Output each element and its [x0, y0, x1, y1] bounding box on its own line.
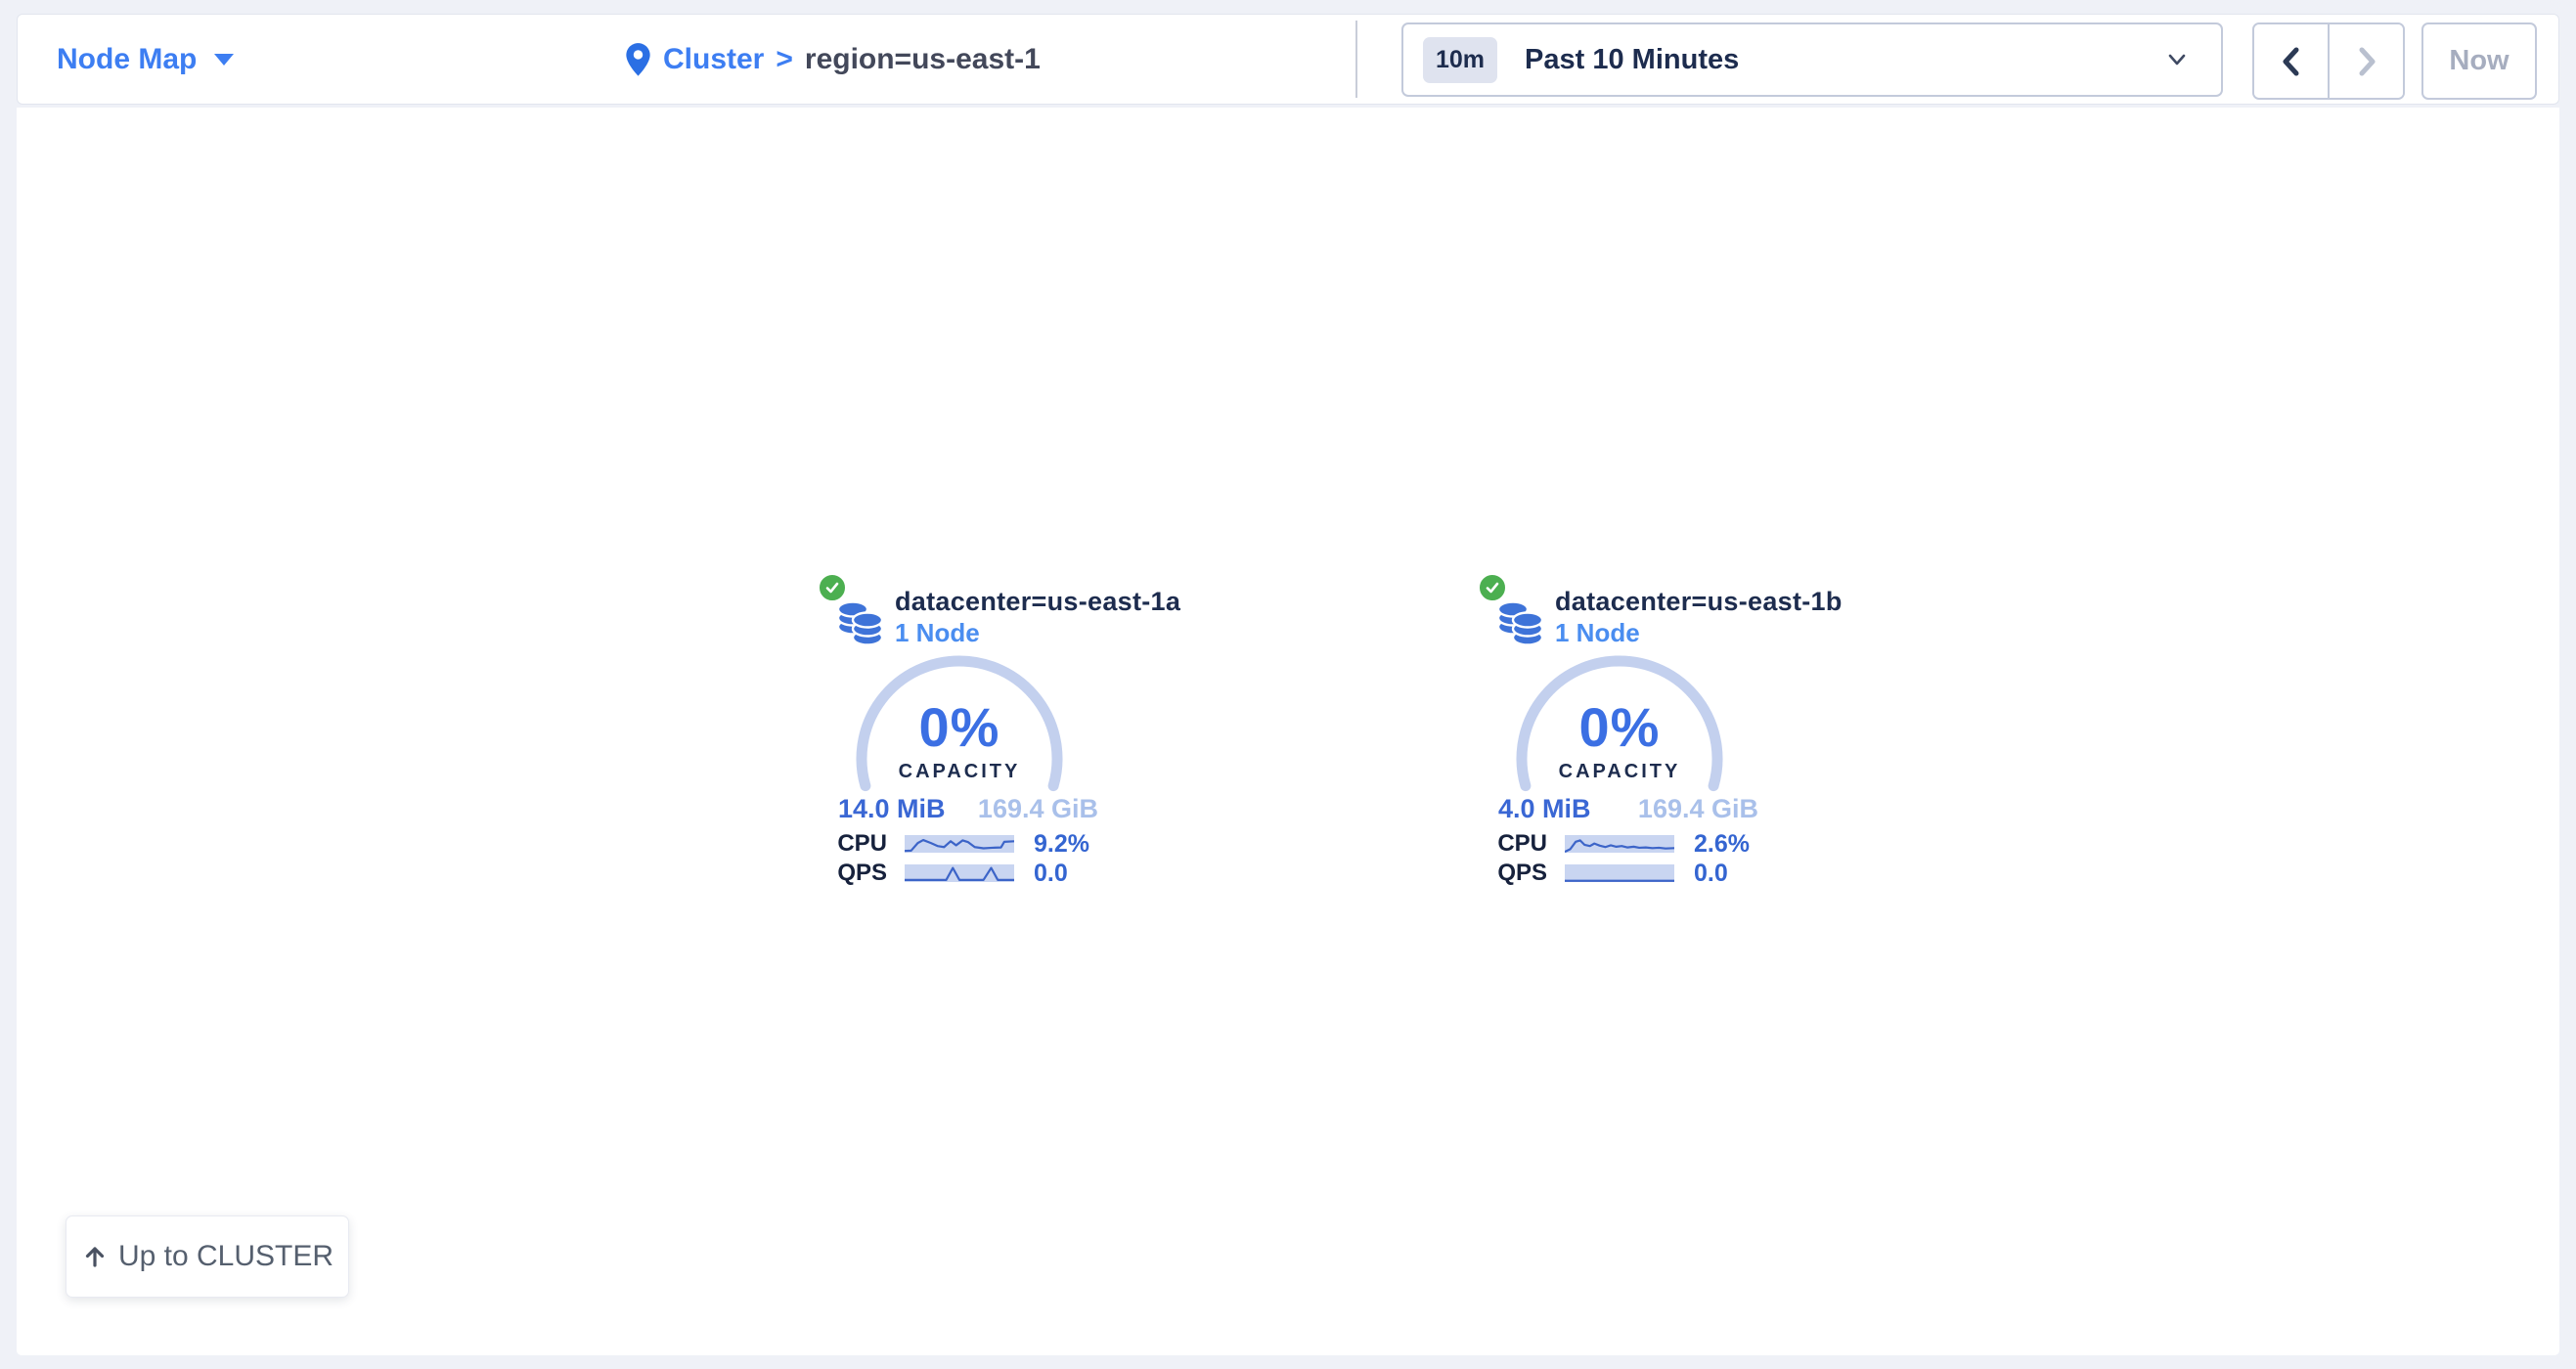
qps-sparkline — [1565, 864, 1674, 882]
datacenter-node-count: 1 Node — [1555, 618, 1640, 648]
up-to-cluster-label: Up to CLUSTER — [118, 1240, 333, 1273]
qps-value: 0.0 — [1694, 860, 1728, 888]
database-stack-icon — [1496, 595, 1545, 647]
capacity-label: CAPACITY — [850, 761, 1069, 783]
time-nav-group — [2252, 22, 2405, 100]
qps-sparkline — [905, 864, 1014, 882]
topbar-divider — [1355, 21, 1357, 98]
chevron-left-icon — [2275, 42, 2308, 81]
cpu-metric-row: CPU 9.2% — [805, 832, 1137, 856]
cpu-label: CPU — [805, 830, 887, 858]
capacity-total: 169.4 GiB — [978, 794, 1098, 824]
healthy-check-icon — [817, 572, 848, 603]
capacity-used: 4.0 MiB — [1498, 794, 1591, 824]
capacity-percentage: 0% — [850, 695, 1069, 759]
datacenter-name: datacenter=us-east-1a — [895, 587, 1180, 617]
capacity-label: CAPACITY — [1510, 761, 1729, 783]
qps-value: 0.0 — [1034, 860, 1068, 888]
view-selector-dropdown[interactable]: Node Map — [57, 15, 234, 104]
topbar: Node Map Cluster > region=us-east-1 10m … — [17, 14, 2559, 105]
cpu-value: 2.6% — [1694, 830, 1750, 859]
time-prev-button[interactable] — [2254, 24, 2330, 98]
breadcrumb: Cluster > region=us-east-1 — [625, 15, 1041, 104]
node-map-canvas: datacenter=us-east-1a 1 Node 0% CAPACITY… — [17, 108, 2559, 1355]
capacity-total: 169.4 GiB — [1638, 794, 1758, 824]
datacenter-node-count: 1 Node — [895, 618, 980, 648]
chevron-down-icon — [2164, 47, 2190, 72]
cpu-sparkline — [905, 835, 1014, 853]
view-selector-label: Node Map — [57, 43, 197, 76]
database-stack-icon — [836, 595, 885, 647]
arrow-up-icon — [81, 1243, 109, 1270]
qps-metric-row: QPS 0.0 — [805, 861, 1137, 885]
datacenter-name: datacenter=us-east-1b — [1555, 587, 1843, 617]
location-pin-icon — [625, 42, 651, 77]
qps-label: QPS — [805, 860, 887, 887]
datacenter-card-us-east-1b[interactable]: datacenter=us-east-1b 1 Node 0% CAPACITY… — [1465, 572, 1798, 905]
qps-label: QPS — [1465, 860, 1547, 887]
cpu-metric-row: CPU 2.6% — [1465, 832, 1798, 856]
time-range-badge: 10m — [1423, 37, 1497, 83]
capacity-used: 14.0 MiB — [838, 794, 946, 824]
up-to-cluster-button[interactable]: Up to CLUSTER — [66, 1215, 349, 1298]
cpu-label: CPU — [1465, 830, 1547, 858]
healthy-check-icon — [1477, 572, 1508, 603]
cpu-value: 9.2% — [1034, 830, 1089, 859]
qps-metric-row: QPS 0.0 — [1465, 861, 1798, 885]
breadcrumb-cluster-link[interactable]: Cluster — [663, 43, 764, 76]
caret-down-icon — [214, 54, 234, 66]
time-range-dropdown[interactable]: 10m Past 10 Minutes — [1401, 22, 2223, 97]
time-now-button[interactable]: Now — [2421, 22, 2537, 100]
breadcrumb-current: region=us-east-1 — [805, 43, 1041, 76]
cpu-sparkline — [1565, 835, 1674, 853]
breadcrumb-separator: > — [776, 43, 793, 76]
time-next-button[interactable] — [2330, 24, 2403, 98]
datacenter-card-us-east-1a[interactable]: datacenter=us-east-1a 1 Node 0% CAPACITY… — [805, 572, 1137, 905]
time-range-label: Past 10 Minutes — [1525, 44, 1739, 76]
chevron-right-icon — [2350, 42, 2383, 81]
capacity-range: 14.0 MiB 169.4 GiB — [838, 794, 1098, 824]
capacity-percentage: 0% — [1510, 695, 1729, 759]
capacity-range: 4.0 MiB 169.4 GiB — [1498, 794, 1758, 824]
